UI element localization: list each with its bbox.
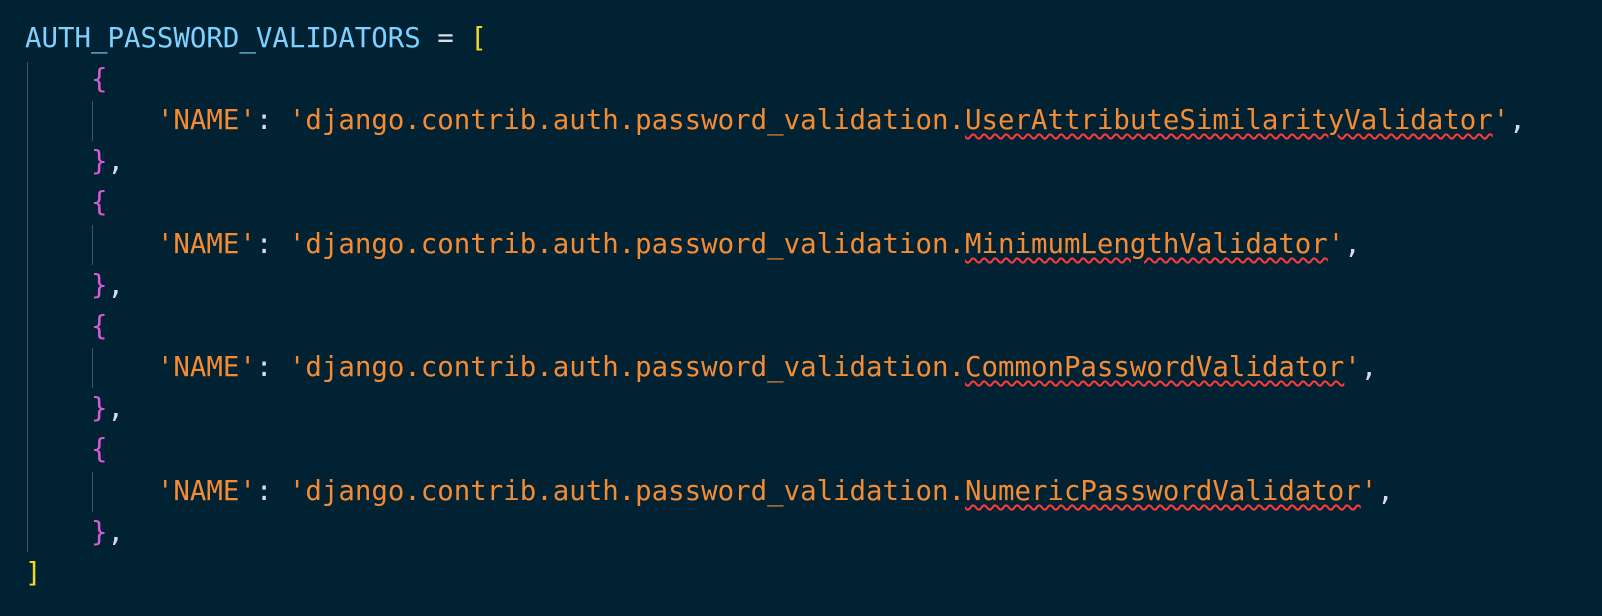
code-line: { <box>25 306 108 348</box>
module-prefix: 'django.contrib.auth.password_validation… <box>288 476 965 507</box>
comma: , <box>1344 229 1361 260</box>
assign-operator: = <box>420 23 471 54</box>
code-line: { <box>25 429 108 471</box>
code-line: 'NAME': 'django.contrib.auth.password_va… <box>25 471 1394 513</box>
close-brace: } <box>90 146 108 177</box>
module-prefix: 'django.contrib.auth.password_validation… <box>288 229 965 260</box>
comma: , <box>107 270 124 301</box>
dict-key: 'NAME' <box>156 229 256 260</box>
code-line: { <box>25 59 108 101</box>
open-brace: { <box>90 64 108 95</box>
close-brace: } <box>90 393 108 424</box>
code-line: 'NAME': 'django.contrib.auth.password_va… <box>25 347 1377 389</box>
string-end: ' <box>1492 105 1510 136</box>
validator-class-name: UserAttributeSimilarityValidator <box>965 105 1493 136</box>
code-line: 'NAME': 'django.contrib.auth.password_va… <box>25 224 1361 266</box>
comma: , <box>107 393 124 424</box>
open-brace: { <box>90 434 108 465</box>
comma: , <box>1360 352 1378 383</box>
code-line: }, <box>25 265 124 307</box>
string-end: ' <box>1344 352 1361 383</box>
code-line: 'NAME': 'django.contrib.auth.password_va… <box>25 100 1526 142</box>
code-line: }, <box>25 141 124 183</box>
code-line: AUTH_PASSWORD_VALIDATORS = [ <box>25 18 487 60</box>
comma: , <box>1377 476 1394 507</box>
open-bracket: [ <box>470 23 487 54</box>
comma: , <box>107 146 124 177</box>
validator-class-name: CommonPasswordValidator <box>965 352 1345 383</box>
validator-class-name: NumericPasswordValidator <box>965 476 1361 507</box>
dict-key: 'NAME' <box>156 105 256 136</box>
colon: : <box>255 105 289 136</box>
comma: , <box>1509 105 1526 136</box>
module-prefix: 'django.contrib.auth.password_validation… <box>288 352 965 383</box>
code-line: { <box>25 182 108 224</box>
colon: : <box>255 352 289 383</box>
dict-key: 'NAME' <box>156 476 256 507</box>
close-bracket: ] <box>25 558 42 589</box>
validator-class-name: MinimumLengthValidator <box>965 229 1328 260</box>
variable-name: AUTH_PASSWORD_VALIDATORS <box>25 23 421 54</box>
close-brace: } <box>90 270 108 301</box>
code-editor[interactable]: AUTH_PASSWORD_VALIDATORS = [ { 'NAME': '… <box>0 0 1602 616</box>
close-brace: } <box>90 517 108 548</box>
open-brace: { <box>90 311 108 342</box>
module-prefix: 'django.contrib.auth.password_validation… <box>288 105 965 136</box>
dict-key: 'NAME' <box>156 352 256 383</box>
string-end: ' <box>1327 229 1345 260</box>
open-brace: { <box>90 187 108 218</box>
string-end: ' <box>1360 476 1378 507</box>
code-line: ] <box>25 553 42 595</box>
colon: : <box>255 476 289 507</box>
code-line: }, <box>25 388 124 430</box>
colon: : <box>255 229 289 260</box>
comma: , <box>107 517 124 548</box>
code-line: }, <box>25 512 124 554</box>
